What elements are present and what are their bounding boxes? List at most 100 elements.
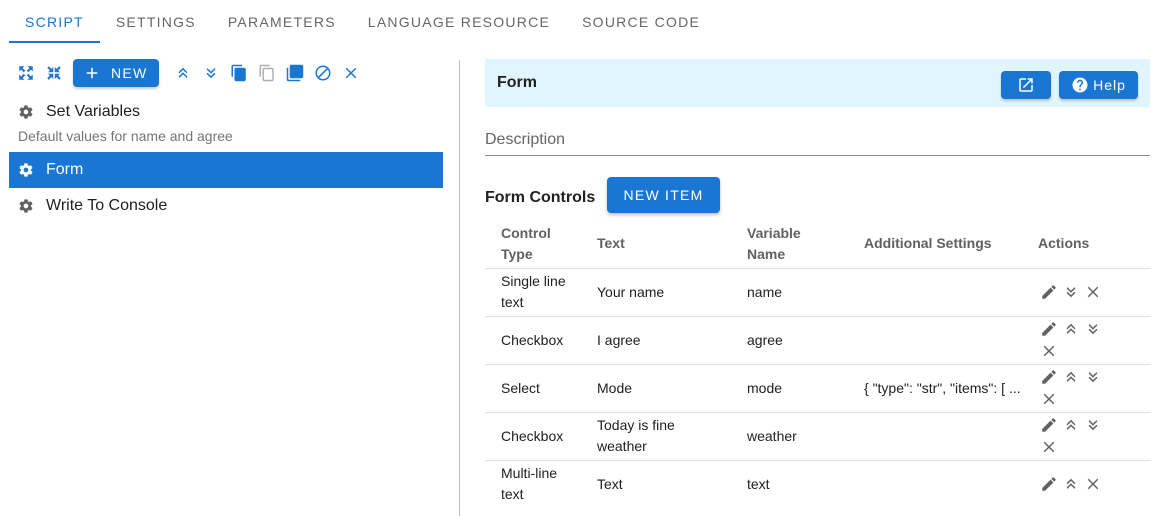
cell-variable-name: mode: [747, 364, 864, 413]
tab-script[interactable]: SCRIPT: [9, 0, 100, 43]
move-up-icon[interactable]: [169, 59, 197, 87]
row-actions: [1038, 414, 1108, 458]
cell-text: Mode: [597, 364, 747, 413]
cell-text: Text: [597, 475, 623, 492]
cell-variable-name: name: [747, 268, 864, 317]
row-actions: [1038, 473, 1108, 495]
cell-text: I agree: [597, 316, 747, 365]
step-set-variables[interactable]: Set Variables: [9, 94, 443, 130]
help-circle-icon: [1072, 77, 1088, 93]
header-variable-name: Variable Name: [747, 220, 864, 269]
cell-control-type-text: Single line text: [501, 273, 566, 310]
step-description: Default values for name and agree: [18, 128, 233, 144]
tab-parameters[interactable]: PARAMETERS: [212, 0, 352, 43]
edit-icon[interactable]: [1038, 281, 1060, 303]
collapse-all-icon[interactable]: [40, 59, 68, 87]
form-controls-label: Form Controls: [485, 189, 596, 206]
cell-variable-name: agree: [747, 316, 864, 365]
row-actions: [1038, 318, 1108, 362]
help-button[interactable]: Help: [1059, 71, 1138, 99]
table-row: Multi-line text Text text: [485, 460, 1150, 508]
edit-icon[interactable]: [1038, 318, 1060, 340]
cell-variable-name: text: [747, 475, 770, 492]
cell-variable-name: weather: [747, 412, 864, 461]
tab-settings[interactable]: SETTINGS: [100, 0, 212, 43]
edit-icon[interactable]: [1038, 473, 1060, 495]
move-down-icon[interactable]: [1082, 318, 1104, 340]
move-down-icon[interactable]: [197, 59, 225, 87]
step-label: Set Variables: [46, 103, 140, 120]
step-label: Write To Console: [46, 197, 168, 214]
edit-icon[interactable]: [1038, 366, 1060, 388]
tab-source-code[interactable]: SOURCE CODE: [566, 0, 716, 43]
cell-additional-settings: [864, 460, 1038, 508]
header-additional-settings: Additional Settings: [864, 220, 1038, 269]
panel-divider: [459, 60, 460, 516]
move-down-icon[interactable]: [1060, 281, 1082, 303]
gear-icon: [18, 104, 34, 120]
new-item-button[interactable]: NEW ITEM: [607, 177, 720, 213]
table-row: Checkbox I agree agree: [485, 316, 1150, 365]
plus-icon: [86, 67, 98, 79]
delete-icon[interactable]: [1038, 340, 1060, 362]
expand-all-icon[interactable]: [12, 59, 40, 87]
move-up-icon[interactable]: [1060, 318, 1082, 340]
gear-icon: [18, 198, 34, 214]
cell-actions: [1038, 460, 1150, 508]
cell-control-type: Select: [485, 364, 597, 413]
cell-text: Today is fine weather: [597, 412, 747, 461]
table-row: Select Mode mode { "type": "str", "items…: [485, 364, 1150, 413]
duplicate-icon[interactable]: [281, 59, 309, 87]
cell-actions: [1038, 364, 1150, 413]
form-controls-table: Control Type Text Variable Name Addition…: [485, 220, 1150, 508]
move-up-icon[interactable]: [1060, 366, 1082, 388]
open-external-button[interactable]: [1001, 71, 1051, 99]
cell-additional-settings: [864, 268, 1038, 317]
table-row: Checkbox Today is fine weather weather: [485, 412, 1150, 461]
header-control-type: Control Type: [485, 220, 597, 269]
table-row: Single line text Your name name: [485, 268, 1150, 317]
delete-icon[interactable]: [337, 59, 365, 87]
delete-icon[interactable]: [1038, 388, 1060, 410]
cell-additional-settings: [864, 316, 1038, 365]
cell-control-type: Checkbox: [485, 316, 597, 365]
cell-control-type: Multi-line text: [485, 460, 597, 508]
delete-icon[interactable]: [1082, 281, 1104, 303]
header-variable-name-text: Variable Name: [747, 224, 801, 262]
header-control-type-text: Control Type: [501, 224, 551, 262]
disable-icon[interactable]: [309, 59, 337, 87]
header-actions: Actions: [1038, 220, 1150, 269]
move-down-icon[interactable]: [1082, 414, 1104, 436]
table-header-row: Control Type Text Variable Name Addition…: [485, 220, 1150, 269]
step-header: Form Help: [485, 59, 1150, 107]
description-field[interactable]: Description: [485, 128, 1150, 156]
header-text: Text: [597, 220, 747, 269]
move-up-icon[interactable]: [1060, 473, 1082, 495]
move-down-icon[interactable]: [1082, 366, 1104, 388]
delete-icon[interactable]: [1082, 473, 1104, 495]
row-actions: [1038, 281, 1108, 303]
move-up-icon[interactable]: [1060, 414, 1082, 436]
delete-icon[interactable]: [1038, 436, 1060, 458]
gear-icon: [18, 162, 34, 178]
cell-additional-settings: { "type": "str", "items": [ ...: [864, 364, 1038, 413]
tab-language-resource[interactable]: LANGUAGE RESOURCE: [352, 0, 566, 43]
cell-actions: [1038, 316, 1150, 365]
cell-control-type-text: Multi-line text: [501, 465, 558, 503]
step-label: Form: [46, 161, 84, 178]
tab-bar: SCRIPT SETTINGS PARAMETERS LANGUAGE RESO…: [9, 0, 716, 43]
new-step-button[interactable]: NEW: [73, 59, 160, 87]
cell-actions: [1038, 412, 1150, 461]
cell-text: Your name: [597, 268, 747, 317]
copy-icon[interactable]: [225, 59, 253, 87]
step-write-to-console[interactable]: Write To Console: [9, 188, 443, 224]
cell-actions: [1038, 268, 1150, 317]
edit-icon[interactable]: [1038, 414, 1060, 436]
step-title: Form: [497, 74, 537, 91]
external-link-icon: [1019, 78, 1033, 92]
cell-control-type: Single line text: [485, 268, 597, 317]
step-form[interactable]: Form: [9, 152, 443, 188]
paste-icon[interactable]: [253, 59, 281, 87]
cell-control-type: Checkbox: [485, 412, 597, 461]
new-step-label: NEW: [111, 65, 148, 81]
